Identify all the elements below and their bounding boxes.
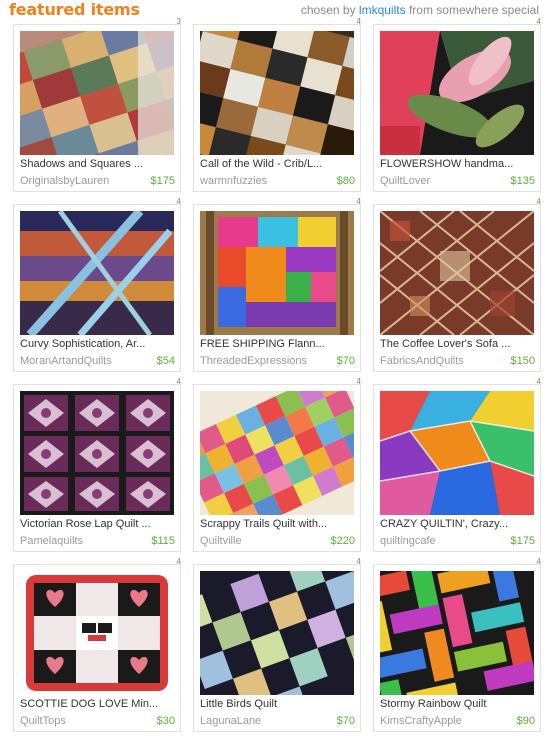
item-price: $54 — [156, 355, 175, 367]
page-title: featured items — [9, 0, 140, 19]
corner-marker: 4 — [536, 377, 541, 386]
item-price: $135 — [510, 175, 535, 187]
corner-marker: 4 — [356, 17, 361, 26]
item-title[interactable]: Little Birds Quilt — [200, 698, 356, 710]
item-card[interactable]: 4 CRAZY QUILTIN', Crazy... quiltingcafe … — [373, 378, 541, 552]
item-card[interactable]: 3 Shadows and Squares ... OriginalsbyLau… — [13, 18, 181, 192]
corner-marker: 4 — [176, 377, 181, 386]
item-thumbnail[interactable] — [200, 211, 354, 335]
item-card[interactable]: 4 — [13, 558, 181, 732]
item-title[interactable]: Shadows and Squares ... — [20, 158, 176, 170]
item-thumbnail[interactable] — [380, 31, 534, 155]
item-title[interactable]: SCOTTIE DOG LOVE Min... — [20, 698, 176, 710]
item-card[interactable]: 4 — [193, 18, 361, 192]
curator-link[interactable]: lmkquilts — [359, 3, 406, 17]
corner-marker: 4 — [176, 557, 181, 566]
item-price: $175 — [510, 535, 535, 547]
item-title[interactable]: FLOWERSHOW handma... — [380, 158, 536, 170]
corner-marker: 4 — [356, 377, 361, 386]
item-thumbnail[interactable] — [380, 571, 534, 695]
item-card[interactable]: 4 — [193, 558, 361, 732]
item-thumbnail[interactable] — [20, 211, 174, 335]
shop-name[interactable]: KimsCraftyApple — [380, 715, 462, 727]
item-thumbnail[interactable] — [380, 391, 534, 515]
item-title[interactable]: FREE SHIPPING Flann... — [200, 338, 356, 350]
shop-name[interactable]: QuiltTops — [20, 715, 66, 727]
shop-name[interactable]: LagunaLane — [200, 715, 261, 727]
item-price: $70 — [336, 715, 355, 727]
item-price: $150 — [510, 355, 535, 367]
item-thumbnail[interactable] — [20, 391, 174, 515]
corner-marker: 4 — [356, 197, 361, 206]
shop-name[interactable]: Pamelaquilts — [20, 535, 83, 547]
item-card[interactable]: 4 — [373, 558, 541, 732]
item-price: $70 — [336, 355, 355, 367]
corner-marker: 3 — [176, 17, 181, 26]
shop-name[interactable]: FabricsAndQuilts — [380, 355, 464, 367]
from-label: from — [408, 3, 433, 17]
corner-marker: 4 — [536, 557, 541, 566]
shop-name[interactable]: warmnfuzzies — [200, 175, 267, 187]
item-thumbnail[interactable] — [20, 571, 174, 695]
item-title[interactable]: Curvy Sophistication, Ar... — [20, 338, 176, 350]
corner-marker: 4 — [176, 197, 181, 206]
shop-name[interactable]: MoranArtandQuilts — [20, 355, 112, 367]
item-title[interactable]: Call of the Wild - Crib/L... — [200, 158, 356, 170]
item-thumbnail[interactable] — [200, 571, 354, 695]
item-thumbnail[interactable] — [20, 31, 174, 155]
shop-name[interactable]: quiltingcafe — [380, 535, 436, 547]
location-label: somewhere special — [436, 3, 539, 17]
item-title[interactable]: Stormy Rainbow Quilt — [380, 698, 536, 710]
item-price: $80 — [336, 175, 355, 187]
item-title[interactable]: Scrappy Trails Quilt with... — [200, 518, 356, 530]
shop-name[interactable]: QuiltLover — [380, 175, 430, 187]
item-card[interactable]: 4 FLOWERSHOW handma... QuiltLover $135 — [373, 18, 541, 192]
corner-marker: 4 — [536, 17, 541, 26]
item-thumbnail[interactable] — [200, 31, 354, 155]
chosen-by-label: chosen by — [300, 3, 356, 17]
item-price: $90 — [516, 715, 535, 727]
shop-name[interactable]: OriginalsbyLauren — [20, 175, 109, 187]
shop-name[interactable]: Quiltville — [200, 535, 242, 547]
item-card[interactable]: 4 — [373, 198, 541, 372]
featured-header: featured items chosen by lmkquilts from … — [0, 0, 553, 22]
item-title[interactable]: CRAZY QUILTIN', Crazy... — [380, 518, 536, 530]
item-price: $175 — [150, 175, 175, 187]
item-thumbnail[interactable] — [200, 391, 354, 515]
item-title[interactable]: Victorian Rose Lap Quilt ... — [20, 518, 176, 530]
shop-name[interactable]: ThreadedExpressions — [200, 355, 307, 367]
corner-marker: 4 — [536, 197, 541, 206]
item-price: $220 — [330, 535, 355, 547]
item-thumbnail[interactable] — [380, 211, 534, 335]
item-card[interactable]: 4 Curvy Sophistication, Ar... MoranArtan… — [13, 198, 181, 372]
item-title[interactable]: The Coffee Lover's Sofa ... — [380, 338, 536, 350]
item-price: $30 — [156, 715, 175, 727]
corner-marker: 4 — [356, 557, 361, 566]
item-price: $115 — [151, 535, 175, 547]
curator-line: chosen by lmkquilts from somewhere speci… — [301, 3, 539, 17]
item-card[interactable]: 4 — [193, 378, 361, 552]
item-card[interactable]: 4 FREE SHIPPING Flann... ThreadedExpress… — [193, 198, 361, 372]
item-card[interactable]: 4 — [13, 378, 181, 552]
